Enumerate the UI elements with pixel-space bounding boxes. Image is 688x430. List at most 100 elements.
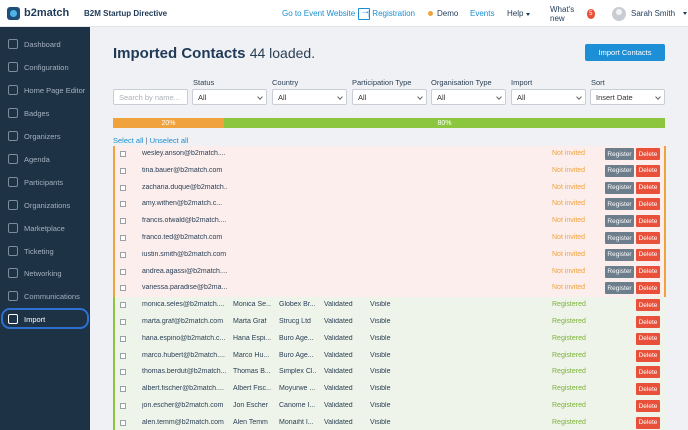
register-button[interactable]: Register bbox=[605, 164, 634, 177]
delete-button[interactable]: Delete bbox=[636, 164, 660, 177]
sidebar-item-ticketing[interactable]: Ticketing bbox=[0, 240, 90, 262]
logo[interactable]: b2match bbox=[0, 0, 90, 27]
invite-status: Registered bbox=[552, 301, 586, 309]
sidebar-item-communications[interactable]: Communications bbox=[0, 285, 90, 307]
sort-value: Insert Date bbox=[596, 92, 633, 102]
delete-button[interactable]: Delete bbox=[636, 215, 660, 228]
registration-link[interactable]: | Registration bbox=[368, 9, 428, 18]
register-button[interactable]: Register bbox=[605, 265, 634, 278]
page-title-text: Imported Contacts bbox=[113, 45, 246, 62]
notification-badge: 5 bbox=[586, 8, 595, 19]
unselect-all-link[interactable]: Unselect all bbox=[150, 136, 189, 145]
sort-select[interactable]: Insert Date bbox=[590, 89, 665, 105]
contact-email: thomas.berdut@b2match.... bbox=[142, 368, 227, 376]
row-checkbox[interactable] bbox=[120, 403, 126, 409]
delete-button[interactable]: Delete bbox=[636, 198, 660, 211]
contact-email: marco.hubert@b2match.... bbox=[142, 351, 225, 359]
help-menu[interactable]: Help bbox=[507, 9, 537, 18]
row-checkbox[interactable] bbox=[120, 151, 126, 157]
register-button[interactable]: Register bbox=[605, 248, 634, 261]
validated-status: Validated bbox=[324, 318, 353, 325]
delete-button[interactable]: Delete bbox=[636, 332, 660, 345]
user-menu[interactable]: Sarah Smith bbox=[612, 6, 688, 21]
search-input[interactable]: Search by name... bbox=[113, 89, 188, 105]
participants-icon bbox=[8, 177, 18, 187]
delete-button[interactable]: Delete bbox=[636, 349, 660, 362]
sidebar-item-organizers[interactable]: Organizers bbox=[0, 125, 90, 147]
whats-new-button[interactable]: What's new 5 bbox=[550, 5, 595, 23]
visibility-status: Visible bbox=[370, 351, 391, 359]
table-row: amy.withen@b2match.c... Not invited Regist… bbox=[113, 196, 666, 214]
delete-button[interactable]: Delete bbox=[636, 148, 660, 160]
sidebar-item-participants[interactable]: Participants bbox=[0, 171, 90, 193]
contact-email: francis.otwald@b2match.... bbox=[142, 217, 227, 225]
delete-button[interactable]: Delete bbox=[636, 181, 660, 194]
register-button[interactable]: Register bbox=[605, 282, 634, 295]
sidebar-item-configuration[interactable]: Configuration bbox=[0, 56, 90, 78]
table-row: franco.ted@b2match.com Not invited Registe… bbox=[113, 230, 666, 247]
row-checkbox[interactable] bbox=[120, 285, 126, 292]
row-checkbox[interactable] bbox=[120, 302, 126, 309]
sidebar-item-badges[interactable]: Badges bbox=[0, 102, 90, 124]
row-checkbox[interactable] bbox=[120, 319, 126, 325]
row-checkbox[interactable] bbox=[120, 201, 126, 208]
delete-button[interactable]: Delete bbox=[636, 416, 660, 429]
organisation-type-filter-select[interactable]: All bbox=[431, 89, 506, 105]
select-all-link[interactable]: Select all bbox=[113, 136, 143, 145]
home-icon bbox=[8, 85, 18, 95]
help-label: Help bbox=[507, 9, 524, 18]
delete-button[interactable]: Delete bbox=[636, 265, 660, 278]
register-button[interactable]: Register bbox=[605, 181, 634, 194]
row-checkbox[interactable] bbox=[120, 352, 126, 359]
invite-status: Not invited bbox=[552, 200, 586, 208]
delete-button[interactable]: Delete bbox=[636, 299, 660, 312]
delete-button[interactable]: Delete bbox=[636, 316, 660, 328]
sidebar-item-label: Badges bbox=[24, 108, 50, 118]
sidebar-item-agenda[interactable]: Agenda bbox=[0, 148, 90, 170]
organisation-type-filter-label: Organisation Type bbox=[431, 78, 492, 87]
sidebar-item-networking[interactable]: Networking bbox=[0, 262, 90, 284]
delete-button[interactable]: Delete bbox=[636, 400, 660, 412]
sidebar-item-dashboard[interactable]: Dashboard bbox=[0, 33, 90, 55]
main-content: Imported Contacts 44 loaded. Import Cont… bbox=[100, 27, 688, 430]
validated-status: Validated bbox=[324, 351, 353, 359]
active-item-highlight bbox=[1, 308, 89, 329]
register-button[interactable]: Register bbox=[605, 198, 634, 211]
sidebar-item-home-page-editor[interactable]: Home Page Editor bbox=[0, 79, 90, 101]
row-checkbox[interactable] bbox=[120, 268, 126, 275]
row-checkbox[interactable] bbox=[120, 369, 126, 376]
status-filter-select[interactable]: All bbox=[192, 89, 267, 105]
row-checkbox[interactable] bbox=[120, 419, 126, 426]
row-checkbox[interactable] bbox=[120, 184, 126, 191]
import-filter-select[interactable]: All bbox=[511, 89, 586, 105]
delete-button[interactable]: Delete bbox=[636, 366, 660, 379]
register-button[interactable]: Register bbox=[605, 148, 634, 160]
sidebar-item-organizations[interactable]: Organizations bbox=[0, 194, 90, 216]
page-title: Imported Contacts 44 loaded. bbox=[113, 45, 315, 62]
register-button[interactable]: Register bbox=[605, 232, 634, 244]
avatar bbox=[612, 6, 626, 21]
validated-status: Validated bbox=[324, 334, 353, 342]
demo-indicator[interactable]: Demo bbox=[428, 9, 468, 18]
visibility-status: Visible bbox=[370, 402, 391, 409]
badge-icon bbox=[8, 108, 18, 118]
row-checkbox[interactable] bbox=[120, 235, 126, 241]
delete-button[interactable]: Delete bbox=[636, 248, 660, 261]
delete-button[interactable]: Delete bbox=[636, 232, 660, 244]
register-button[interactable]: Register bbox=[605, 215, 634, 228]
participation-type-filter-select[interactable]: All bbox=[352, 89, 427, 105]
calendar-icon bbox=[8, 154, 18, 164]
country-filter-select[interactable]: All bbox=[272, 89, 347, 105]
row-checkbox[interactable] bbox=[120, 218, 126, 225]
events-link[interactable]: Events bbox=[470, 9, 500, 18]
row-checkbox[interactable] bbox=[120, 335, 126, 342]
delete-button[interactable]: Delete bbox=[636, 282, 660, 295]
sidebar-item-marketplace[interactable]: Marketplace bbox=[0, 217, 90, 239]
sidebar-item-label: Participants bbox=[24, 177, 64, 187]
row-checkbox[interactable] bbox=[120, 167, 126, 174]
import-contacts-button[interactable]: Import Contacts bbox=[585, 44, 665, 61]
row-checkbox[interactable] bbox=[120, 251, 126, 258]
chevron-down-icon bbox=[337, 94, 343, 100]
row-checkbox[interactable] bbox=[120, 386, 126, 393]
delete-button[interactable]: Delete bbox=[636, 383, 660, 396]
